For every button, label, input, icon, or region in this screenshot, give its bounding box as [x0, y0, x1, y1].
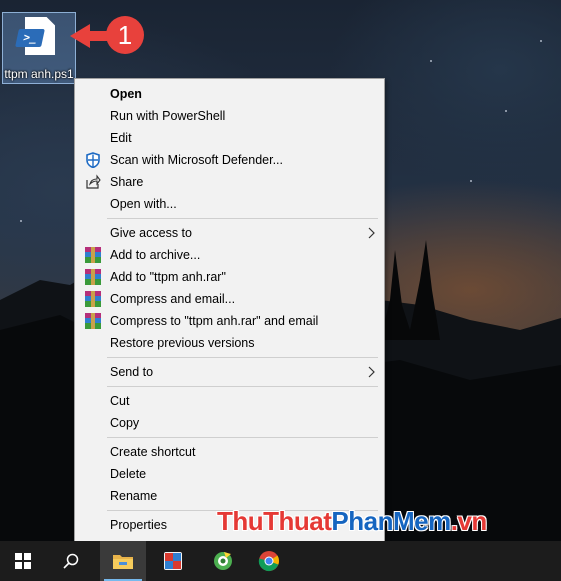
star	[20, 220, 22, 222]
star	[430, 60, 432, 62]
app-icon	[214, 552, 232, 570]
menu-separator	[107, 437, 378, 438]
menu-item-label: Add to archive...	[110, 248, 201, 262]
watermark-part: ThuThuat	[217, 506, 332, 536]
file-explorer-icon	[113, 555, 133, 569]
menu-item-label: Copy	[110, 416, 140, 430]
menu-item-edit[interactable]: Edit	[77, 127, 382, 149]
menu-item-label: Edit	[110, 131, 132, 145]
menu-item-run-with-powershell[interactable]: Run with PowerShell	[77, 105, 382, 127]
taskbar-app[interactable]	[200, 541, 246, 581]
chevron-right-icon	[368, 227, 375, 239]
share-icon	[86, 174, 101, 189]
menu-item-label: Compress and email...	[110, 292, 236, 306]
app-icon	[164, 552, 182, 570]
menu-item-label: Rename	[110, 489, 158, 503]
powershell-icon: >_	[15, 29, 45, 47]
menu-item-give-access-to[interactable]: Give access to	[77, 222, 382, 244]
menu-separator	[107, 218, 378, 219]
winrar-icon	[85, 269, 101, 285]
menu-item-label: Open with...	[110, 197, 177, 211]
menu-item-create-shortcut[interactable]: Create shortcut	[77, 441, 382, 463]
context-menu: Open Run with PowerShell Edit Scan with …	[74, 78, 385, 542]
watermark-part: PhanMem	[331, 506, 451, 536]
search-button[interactable]	[48, 541, 94, 581]
menu-item-label: Open	[110, 87, 142, 101]
star	[470, 180, 472, 182]
menu-item-label: Delete	[110, 467, 147, 481]
watermark-part: .vn	[450, 506, 488, 536]
menu-item-compress-to-rar-and-email[interactable]: Compress to "ttpm anh.rar" and email	[77, 310, 382, 332]
menu-item-compress-and-email[interactable]: Compress and email...	[77, 288, 382, 310]
menu-item-delete[interactable]: Delete	[77, 463, 382, 485]
menu-item-share[interactable]: Share	[77, 171, 382, 193]
menu-item-copy[interactable]: Copy	[77, 412, 382, 434]
chevron-right-icon	[368, 366, 375, 378]
menu-separator	[107, 357, 378, 358]
menu-item-label: Share	[110, 175, 144, 189]
star	[505, 110, 507, 112]
menu-item-label: Run with PowerShell	[110, 109, 226, 123]
menu-item-open-with[interactable]: Open with...	[77, 193, 382, 215]
menu-item-label: Restore previous versions	[110, 336, 255, 350]
windows-start-icon	[15, 553, 31, 569]
menu-item-label: Give access to	[110, 226, 192, 240]
menu-item-label: Send to	[110, 365, 154, 379]
menu-item-restore-previous-versions[interactable]: Restore previous versions	[77, 332, 382, 354]
start-button[interactable]	[0, 541, 46, 581]
menu-item-label: Add to "ttpm anh.rar"	[110, 270, 226, 284]
taskbar-chrome[interactable]	[246, 541, 292, 581]
menu-item-rename[interactable]: Rename	[77, 485, 382, 507]
menu-separator	[107, 386, 378, 387]
menu-item-label: Properties	[110, 518, 167, 532]
winrar-icon	[85, 291, 101, 307]
desktop-file-item[interactable]: >_ ttpm anh.ps1	[2, 12, 76, 84]
winrar-icon	[85, 313, 101, 329]
menu-item-open[interactable]: Open	[77, 83, 382, 105]
callout-badge-1: 1	[106, 16, 144, 54]
search-icon	[63, 553, 79, 569]
desktop-file-label: ttpm anh.ps1	[4, 67, 74, 81]
menu-item-label: Create shortcut	[110, 445, 196, 459]
menu-item-label: Compress to "ttpm anh.rar" and email	[110, 314, 319, 328]
taskbar	[0, 541, 561, 581]
menu-item-scan-defender[interactable]: Scan with Microsoft Defender...	[77, 149, 382, 171]
menu-item-cut[interactable]: Cut	[77, 390, 382, 412]
watermark: ThuThuatPhanMem.vn	[217, 506, 487, 537]
chrome-icon	[258, 551, 280, 572]
menu-item-send-to[interactable]: Send to	[77, 361, 382, 383]
menu-item-add-to-archive[interactable]: Add to archive...	[77, 244, 382, 266]
taskbar-app[interactable]	[150, 541, 196, 581]
star	[540, 40, 542, 42]
winrar-icon	[85, 247, 101, 263]
menu-item-label: Scan with Microsoft Defender...	[110, 153, 283, 167]
defender-shield-icon	[86, 152, 100, 168]
menu-item-label: Cut	[110, 394, 130, 408]
taskbar-file-explorer[interactable]	[100, 541, 146, 581]
menu-item-add-to-rar[interactable]: Add to "ttpm anh.rar"	[77, 266, 382, 288]
